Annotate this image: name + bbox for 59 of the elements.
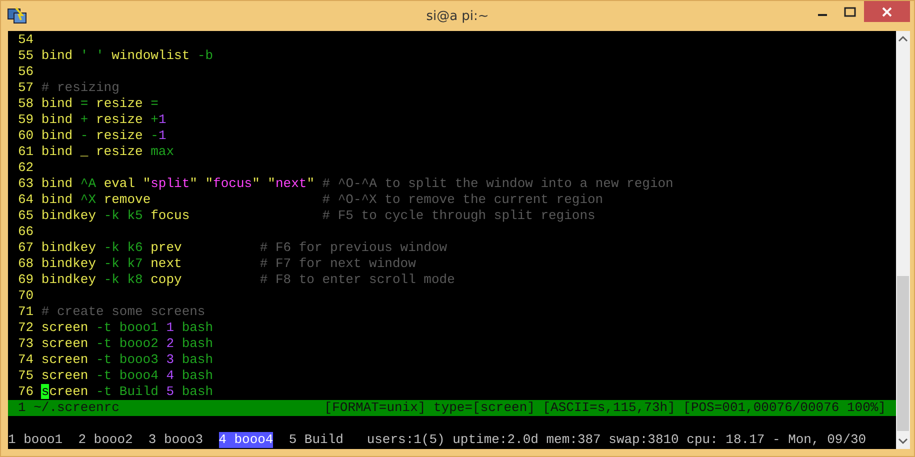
scroll-thumb[interactable] [897, 276, 909, 431]
code-line: bind ^A eval "split" "focus" "next" # ^O-^A to split the window into a new region [41, 176, 674, 192]
window-title: si@a pi:~ [426, 8, 489, 24]
maximize-icon [844, 6, 856, 16]
code-line: bind _ resize max [41, 144, 174, 160]
line-number: 54 [18, 32, 35, 48]
window-tab[interactable]: 5 Build [288, 432, 344, 448]
close-icon [881, 6, 893, 18]
line-number: 56 [18, 64, 35, 80]
code-line: bindkey -k k6 prev # F6 for previous window [41, 240, 448, 256]
line-number: 66 [18, 224, 35, 240]
line-number: 76 [18, 384, 35, 400]
code-line: bindkey -k k7 next # F7 for next window [41, 256, 416, 272]
code-line: screen -t booo2 2 bash [41, 336, 214, 352]
line-number: 61 [18, 144, 35, 160]
scroll-up-icon[interactable] [898, 34, 908, 44]
code-line: bind - resize -1 [41, 128, 166, 144]
close-button[interactable] [864, 1, 910, 22]
line-number: 74 [18, 352, 35, 368]
file-info: [FORMAT=unix] type=[screen] [ASCII=s,115,73h] [POS=001,00076/00076 100%] [324, 400, 886, 416]
line-number: 64 [18, 192, 35, 208]
line-number: 55 [18, 48, 35, 64]
line-number: 68 [18, 256, 35, 272]
code-line: screen -t booo1 1 bash [41, 320, 214, 336]
line-number: 73 [18, 336, 35, 352]
line-number: 62 [18, 160, 35, 176]
code-line: bind + resize +1 [41, 112, 166, 128]
code-line: bind ' ' windowlist -b [41, 48, 214, 64]
code-line: screen -t booo3 3 bash [41, 352, 214, 368]
code-line: # create some screens [41, 304, 206, 320]
line-number: 59 [18, 112, 35, 128]
code-line: bind ^X remove # ^O-^X to remove the current region [41, 192, 604, 208]
scrollbar[interactable] [896, 31, 910, 449]
line-number: 69 [18, 272, 35, 288]
line-number: 67 [18, 240, 35, 256]
line-number: 60 [18, 128, 35, 144]
code-line: # resizing [41, 80, 120, 96]
file-name: 1 ~/.screenrc [18, 400, 120, 416]
minimize-icon [818, 14, 826, 16]
window-tab[interactable]: 4 booo4 [218, 432, 274, 448]
window-tab[interactable]: 1 booo1 [8, 432, 63, 448]
code-line: bindkey -k k8 copy # F8 to enter scroll mode [41, 272, 455, 288]
code-line: screen -t Build 5 bash [41, 384, 214, 400]
code-line: bindkey -k k5 focus # F5 to cycle through split regions [41, 208, 596, 224]
line-number: 57 [18, 80, 35, 96]
scroll-down-icon[interactable] [898, 436, 908, 446]
line-number: 58 [18, 96, 35, 112]
line-number: 75 [18, 368, 35, 384]
line-number: 63 [18, 176, 35, 192]
window-tab[interactable]: 3 booo3 [148, 432, 204, 448]
terminal-app-icon [7, 7, 27, 25]
line-number: 65 [18, 208, 35, 224]
system-stats: users:1(5) uptime:2.0d mem:387 swap:3810 cpu: 18.17 - Mon, 09/30 [366, 432, 866, 448]
line-number: 71 [18, 304, 35, 320]
code-line: bind = resize = [41, 96, 158, 112]
code-line: screen -t booo4 4 bash [41, 368, 214, 384]
line-number: 70 [18, 288, 35, 304]
line-number: 72 [18, 320, 35, 336]
window-tab[interactable]: 2 booo2 [78, 432, 133, 448]
